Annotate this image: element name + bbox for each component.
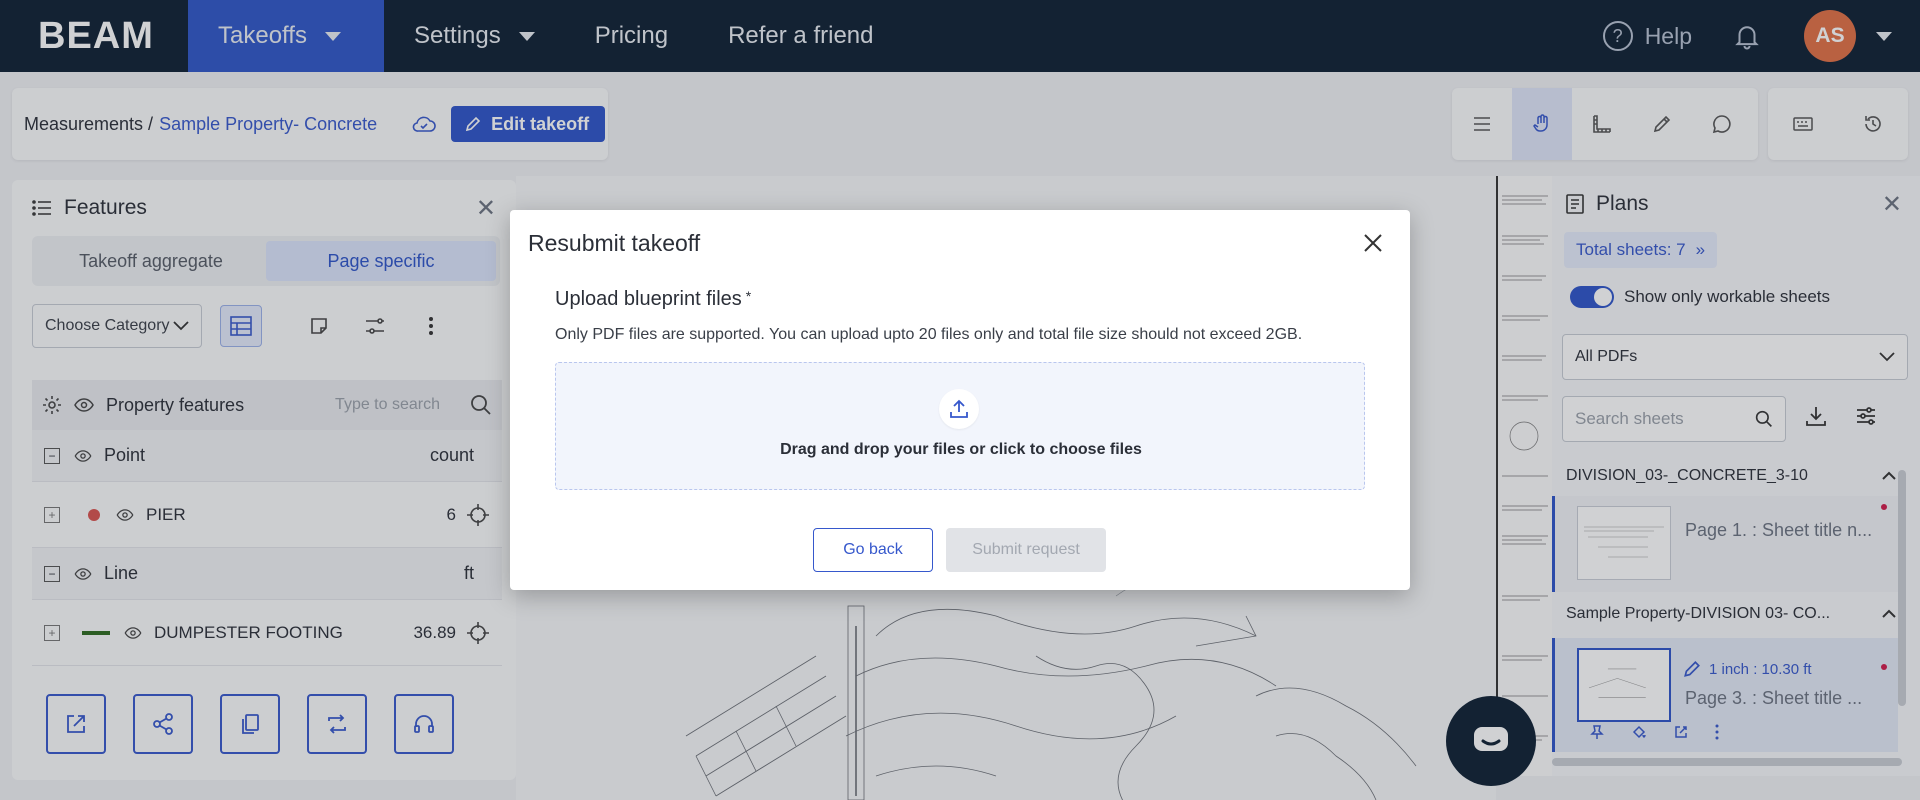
go-back-button[interactable]: Go back — [813, 528, 933, 572]
upload-label: Upload blueprint files * — [555, 288, 751, 311]
required-mark: * — [745, 288, 752, 304]
upload-label-text: Upload blueprint files — [555, 288, 742, 310]
upload-hint: Only PDF files are supported. You can up… — [555, 326, 1303, 343]
upload-icon — [939, 389, 979, 429]
submit-request-button[interactable]: Submit request — [946, 528, 1106, 572]
file-dropzone[interactable]: Drag and drop your files or click to cho… — [555, 362, 1365, 490]
resubmit-takeoff-dialog: Resubmit takeoff Upload blueprint files *… — [510, 210, 1410, 590]
dropzone-text: Drag and drop your files or click to cho… — [780, 441, 1142, 458]
modal-title: Resubmit takeoff — [528, 230, 701, 256]
close-icon[interactable] — [1358, 228, 1388, 258]
